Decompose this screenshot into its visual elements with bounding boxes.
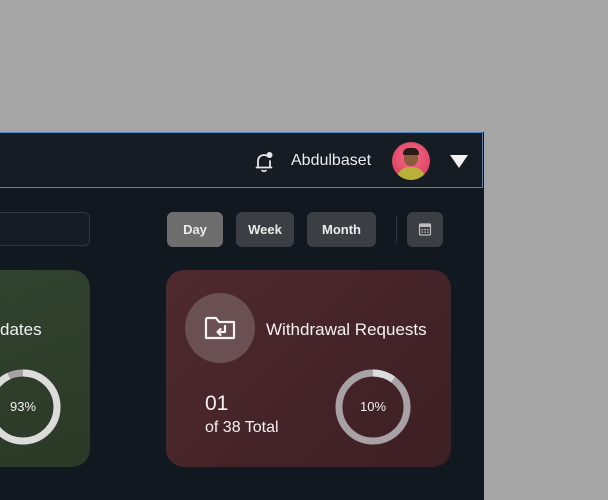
avatar-hair [403,148,419,155]
username-label: Abdulbaset [291,152,372,169]
card-title: dates [0,320,42,339]
card-title: Withdrawal Requests [266,320,427,339]
caret-down-icon[interactable] [450,155,468,168]
filter-divider [396,215,397,243]
withdrawal-requests-card[interactable]: Withdrawal Requests 01 of 38 Total 10% [166,270,451,467]
progress-ring: 93% [0,367,63,447]
folder-return-icon [204,316,236,340]
user-avatar-icon[interactable] [392,142,430,180]
request-total: of 38 Total [205,419,279,436]
progress-percent: 10% [359,399,387,414]
calendar-icon [418,223,432,236]
progress-ring: 10% [333,367,413,447]
period-month-button[interactable]: Month [307,212,376,247]
avatar-shirt [397,167,425,180]
period-day-button[interactable]: Day [167,212,223,247]
period-week-button[interactable]: Week [236,212,294,247]
top-bar: Abdulbaset [0,132,483,188]
folder-icon-circle [185,293,255,363]
dashboard-window: Abdulbaset Day Week Month dates 93% With… [0,132,484,500]
updates-card: dates 93% [0,270,90,467]
bell-icon[interactable] [254,151,274,173]
search-input[interactable] [0,212,90,246]
progress-percent: 93% [9,399,37,414]
request-count: 01 [205,392,229,415]
calendar-button[interactable] [407,212,443,247]
